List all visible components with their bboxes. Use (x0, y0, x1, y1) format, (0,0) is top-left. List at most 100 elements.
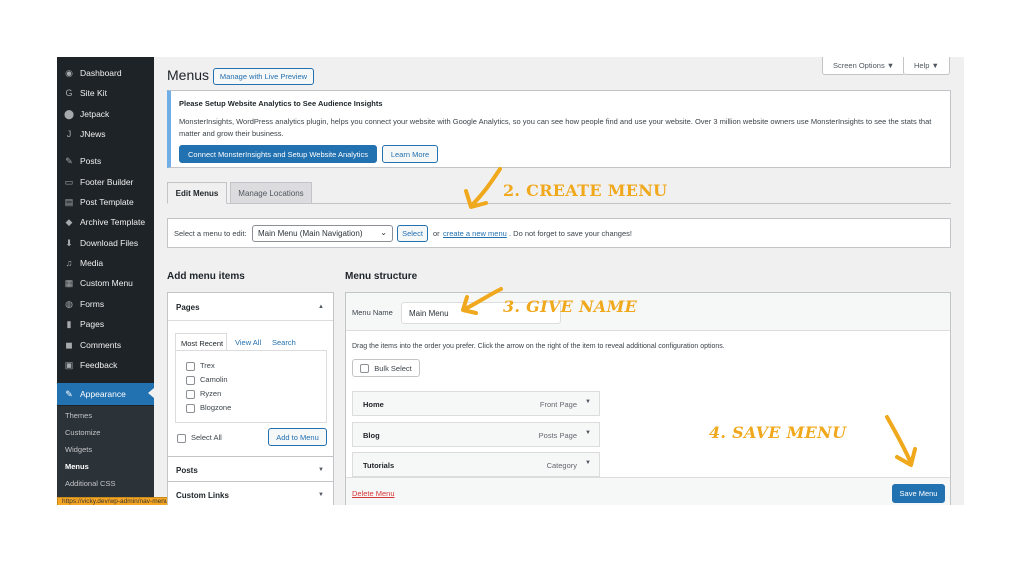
add-to-menu-button[interactable]: Add to Menu (268, 428, 327, 446)
menu-structure-panel: Menu Name Main Menu Drag the items into … (345, 292, 951, 505)
sidebar-item-pages[interactable]: ▮ Pages (57, 314, 154, 334)
checkbox[interactable] (177, 433, 186, 443)
sidebar-item-comments[interactable]: ◼ Comments (57, 335, 154, 355)
checklist-item[interactable]: Blogzone (186, 403, 231, 413)
custom-links-panel[interactable]: Custom Links ▼ (167, 481, 334, 505)
page-label: Ryzen (200, 389, 222, 398)
media-icon: ♫ (65, 258, 73, 268)
sidebar-item-appearance[interactable]: ✎ Appearance (57, 383, 154, 405)
download-icon: ⬇ (65, 237, 73, 248)
submenu-themes[interactable]: Themes (65, 411, 92, 420)
select-all-label: Select All (191, 433, 222, 442)
sidebar-item-archive-template[interactable]: ◆ Archive Template (57, 212, 154, 232)
arrow-create-icon (464, 167, 502, 209)
select-all-checkbox[interactable]: Select All (177, 433, 222, 443)
live-preview-button[interactable]: Manage with Live Preview (213, 68, 314, 85)
checklist-item[interactable]: Ryzen (186, 389, 221, 399)
tab-manage-locations[interactable]: Manage Locations (230, 182, 312, 204)
sidebar-item-jetpack[interactable]: ⬤ Jetpack (57, 104, 154, 124)
submenu-additional-css[interactable]: Additional CSS (65, 479, 115, 488)
dashboard-icon: ◉ (65, 67, 73, 78)
expand-arrow-icon[interactable]: ▼ (585, 430, 591, 436)
pin-icon: ✎ (65, 155, 73, 166)
tab-edit-menus[interactable]: Edit Menus (167, 182, 227, 204)
sidebar-item-media[interactable]: ♫ Media (57, 253, 154, 273)
subtab-view-all[interactable]: View All (235, 338, 261, 347)
expand-arrow-icon[interactable]: ▼ (585, 399, 591, 405)
sidebar-item-jnews[interactable]: J JNews (57, 124, 154, 144)
checkbox[interactable] (186, 375, 195, 385)
menu-item-tutorials[interactable]: Tutorials Category ▼ (352, 452, 600, 477)
sidebar-item-label: Dashboard (80, 68, 122, 78)
archive-icon: ◆ (65, 216, 73, 227)
sidebar-item-custom-menu[interactable]: ▦ Custom Menu (57, 273, 154, 293)
jetpack-icon: ⬤ (63, 108, 75, 119)
wp-admin-screen: ◉ Dashboard G Site Kit ⬤ Jetpack J JNews ✎ Po… (57, 57, 964, 505)
sidebar-item-label: Posts (80, 156, 102, 166)
learn-more-button[interactable]: Learn More (382, 145, 438, 163)
checkbox[interactable] (360, 363, 370, 373)
drag-instructions: Drag the items into the order you prefer… (352, 343, 725, 350)
page-label: Trex (200, 361, 215, 370)
sidebar-item-label: Pages (80, 319, 105, 329)
submenu-widgets[interactable]: Widgets (65, 445, 92, 454)
chevron-down-icon: ⌄ (380, 228, 387, 237)
sidebar-item-label: JNews (80, 129, 106, 139)
posts-panel[interactable]: Posts ▼ (167, 456, 334, 482)
add-menu-items-heading: Add menu items (167, 271, 245, 282)
sidebar-item-forms[interactable]: ◍ Forms (57, 294, 154, 314)
sidebar-item-dashboard[interactable]: ◉ Dashboard (57, 63, 154, 83)
sidebar-item-label: Download Files (80, 238, 139, 248)
screen-options-button[interactable]: Screen Options ▼ (822, 57, 906, 75)
menu-item-title: Home (363, 400, 384, 409)
subtab-most-recent[interactable]: Most Recent (175, 333, 227, 351)
sidebar-item-site-kit[interactable]: G Site Kit (57, 83, 154, 103)
delete-menu-link[interactable]: Delete Menu (352, 489, 395, 498)
expand-arrow-icon[interactable]: ▼ (585, 460, 591, 466)
save-menu-button[interactable]: Save Menu (892, 484, 945, 503)
menu-item-title: Tutorials (363, 461, 395, 470)
connect-monsterinsights-button[interactable]: Connect MonsterInsights and Setup Websit… (179, 145, 377, 163)
bulk-select-label: Bulk Select (374, 363, 412, 373)
checklist-item[interactable]: Camolin (186, 375, 228, 385)
footer-icon: ▭ (64, 176, 74, 187)
arrow-save-icon (885, 415, 917, 467)
checkbox[interactable] (186, 389, 195, 399)
sidebar-item-label: Feedback (80, 360, 118, 370)
menu-item-type: Category (546, 461, 577, 470)
checkbox[interactable] (186, 403, 195, 413)
select-button[interactable]: Select (397, 225, 428, 242)
save-reminder-text: . Do not forget to save your changes! (509, 229, 632, 238)
sidebar-item-download-files[interactable]: ⬇ Download Files (57, 233, 154, 253)
admin-sidebar: ◉ Dashboard G Site Kit ⬤ Jetpack J JNews ✎ Po… (57, 57, 154, 505)
menu-item-type: Posts Page (538, 431, 577, 440)
annotation-create-menu: 2. CREATE MENU (503, 181, 668, 200)
menu-item-home[interactable]: Home Front Page ▼ (352, 391, 600, 416)
pages-panel-title[interactable]: Pages (176, 303, 200, 312)
submenu-menus[interactable]: Menus (65, 462, 89, 471)
sidebar-item-feedback[interactable]: ▣ Feedback (57, 355, 154, 375)
help-button[interactable]: Help ▼ (903, 57, 950, 75)
sidebar-item-label: Site Kit (80, 88, 107, 98)
checkbox[interactable] (186, 361, 195, 371)
menu-select-dropdown[interactable]: Main Menu (Main Navigation) ⌄ (252, 225, 393, 242)
subtab-search[interactable]: Search (272, 338, 296, 347)
menu-item-blog[interactable]: Blog Posts Page ▼ (352, 422, 600, 447)
appearance-submenu: Themes Customize Widgets Menus Additiona… (57, 406, 154, 498)
notice-body: MonsterInsights, WordPress analytics plu… (179, 117, 932, 138)
custom-menu-icon: ▦ (64, 277, 74, 288)
create-new-menu-link[interactable]: create a new menu (443, 229, 507, 238)
select-menu-label: Select a menu to edit: (174, 229, 247, 238)
submenu-customize[interactable]: Customize (65, 428, 100, 437)
sidebar-item-post-template[interactable]: ▤ Post Template (57, 192, 154, 212)
annotation-give-name: 3. GIVE NAME (503, 297, 638, 316)
bulk-select-button[interactable]: Bulk Select (352, 359, 420, 377)
checklist-item[interactable]: Trex (186, 361, 215, 371)
sidebar-item-posts[interactable]: ✎ Posts (57, 151, 154, 171)
menu-footer-bar (346, 477, 950, 505)
expand-arrow-icon[interactable]: ▼ (318, 492, 324, 498)
expand-arrow-icon[interactable]: ▼ (318, 467, 324, 473)
posts-panel-title: Posts (176, 466, 198, 475)
sidebar-item-footer-builder[interactable]: ▭ Footer Builder (57, 172, 154, 192)
collapse-arrow-icon[interactable]: ▲ (318, 304, 324, 310)
